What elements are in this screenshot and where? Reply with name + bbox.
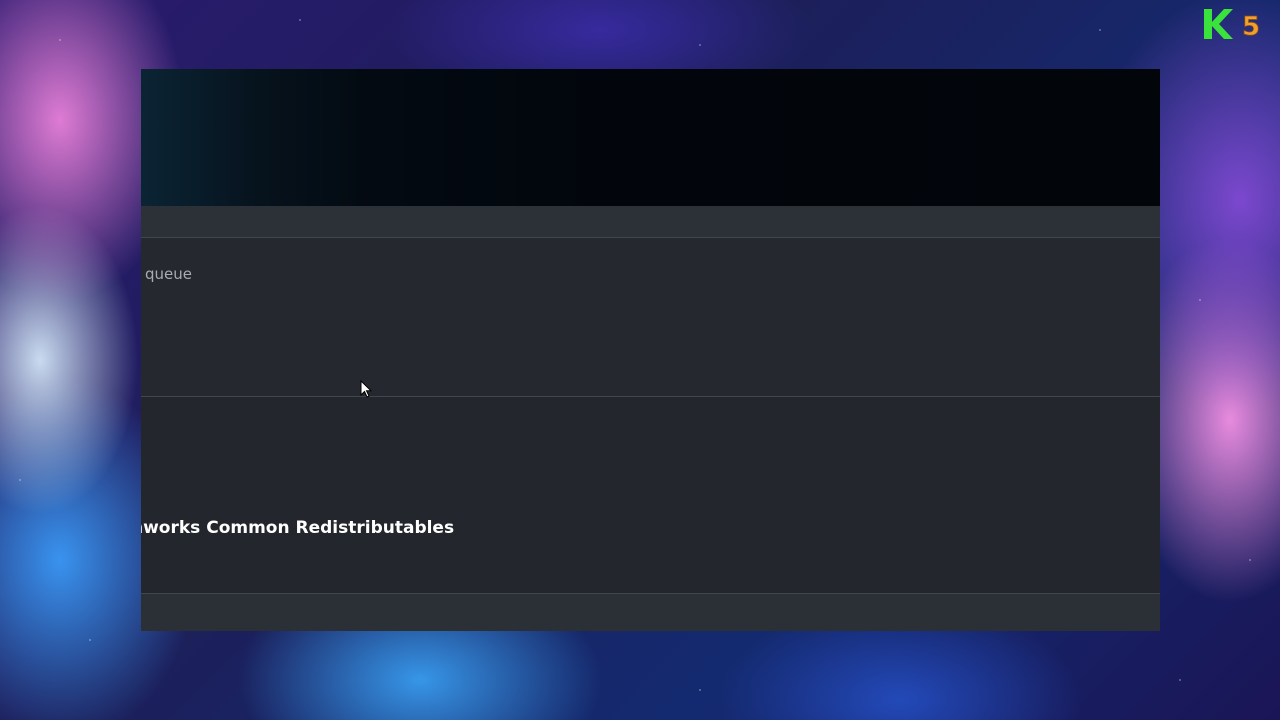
app-title[interactable]: nworks Common Redistributables bbox=[141, 518, 454, 538]
channel-logo: 5 bbox=[1204, 9, 1260, 40]
download-manager-window: e queue nworks Common Redistributables bbox=[141, 69, 1160, 631]
next-download-item[interactable] bbox=[141, 594, 1160, 631]
queue-label: e queue bbox=[141, 265, 192, 283]
logo-number: 5 bbox=[1242, 12, 1260, 40]
queue-section: e queue bbox=[141, 238, 1160, 396]
download-item[interactable]: nworks Common Redistributables bbox=[141, 397, 1160, 593]
mouse-cursor-icon bbox=[360, 380, 372, 398]
header-banner bbox=[141, 69, 1160, 206]
toolbar-strip bbox=[141, 206, 1160, 237]
